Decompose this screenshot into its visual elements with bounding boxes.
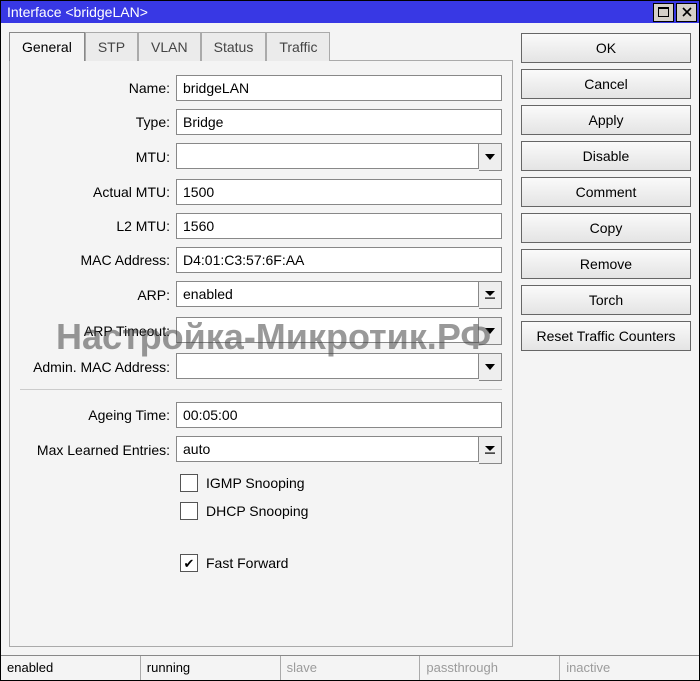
tab-general[interactable]: General: [9, 32, 85, 61]
close-button[interactable]: [676, 3, 697, 22]
arp-select[interactable]: [176, 281, 479, 307]
type-input[interactable]: [176, 109, 502, 135]
l2-mtu-label: L2 MTU:: [20, 218, 170, 234]
comment-button[interactable]: Comment: [521, 177, 691, 207]
status-inactive: inactive: [560, 656, 699, 680]
ageing-label: Ageing Time:: [20, 407, 170, 423]
fast-forward-checkbox[interactable]: [180, 554, 198, 572]
torch-button[interactable]: Torch: [521, 285, 691, 315]
arp-timeout-dropdown-button[interactable]: [479, 317, 502, 345]
maximize-button[interactable]: [653, 3, 674, 22]
arp-timeout-label: ARP Timeout:: [20, 323, 170, 339]
tab-vlan[interactable]: VLAN: [138, 32, 201, 61]
copy-button[interactable]: Copy: [521, 213, 691, 243]
separator: [20, 389, 502, 390]
dhcp-snooping-row[interactable]: DHCP Snooping: [180, 502, 502, 520]
tab-pane-general: Name: Type: MTU: Actual MTU:: [9, 60, 513, 647]
arp-label: ARP:: [20, 287, 170, 303]
type-label: Type:: [20, 114, 170, 130]
actual-mtu-label: Actual MTU:: [20, 184, 170, 200]
status-passthrough: passthrough: [420, 656, 560, 680]
tab-stp[interactable]: STP: [85, 32, 138, 61]
actual-mtu-input[interactable]: [176, 179, 502, 205]
fast-forward-label: Fast Forward: [206, 555, 288, 571]
window-title: Interface <bridgeLAN>: [7, 4, 653, 20]
name-input[interactable]: [176, 75, 502, 101]
max-learned-label: Max Learned Entries:: [20, 442, 170, 458]
mtu-input[interactable]: [176, 143, 479, 169]
igmp-snooping-row[interactable]: IGMP Snooping: [180, 474, 502, 492]
status-enabled: enabled: [1, 656, 141, 680]
mtu-label: MTU:: [20, 149, 170, 165]
igmp-snooping-label: IGMP Snooping: [206, 475, 305, 491]
fast-forward-row[interactable]: Fast Forward: [180, 554, 502, 572]
mac-label: MAC Address:: [20, 252, 170, 268]
mtu-dropdown-button[interactable]: [479, 143, 502, 171]
arp-dropdown-button[interactable]: [479, 281, 502, 309]
left-pane: General STP VLAN Status Traffic Name: Ty…: [9, 31, 513, 647]
name-label: Name:: [20, 80, 170, 96]
max-learned-dropdown-button[interactable]: [479, 436, 502, 464]
admin-mac-input[interactable]: [176, 353, 479, 379]
max-learned-input[interactable]: [176, 436, 479, 462]
tab-strip: General STP VLAN Status Traffic: [9, 31, 513, 60]
titlebar-buttons: [653, 3, 697, 22]
l2-mtu-input[interactable]: [176, 213, 502, 239]
tab-traffic[interactable]: Traffic: [266, 32, 330, 61]
igmp-snooping-checkbox[interactable]: [180, 474, 198, 492]
titlebar: Interface <bridgeLAN>: [1, 1, 699, 23]
window-body: General STP VLAN Status Traffic Name: Ty…: [1, 23, 699, 655]
disable-button[interactable]: Disable: [521, 141, 691, 171]
remove-button[interactable]: Remove: [521, 249, 691, 279]
arp-timeout-input[interactable]: [176, 317, 479, 343]
tab-status[interactable]: Status: [201, 32, 267, 61]
ageing-input[interactable]: [176, 402, 502, 428]
button-column: OK Cancel Apply Disable Comment Copy Rem…: [521, 31, 691, 647]
apply-button[interactable]: Apply: [521, 105, 691, 135]
cancel-button[interactable]: Cancel: [521, 69, 691, 99]
status-slave: slave: [281, 656, 421, 680]
admin-mac-label: Admin. MAC Address:: [20, 359, 170, 375]
dhcp-snooping-checkbox[interactable]: [180, 502, 198, 520]
interface-window: Interface <bridgeLAN> General STP VLAN S…: [0, 0, 700, 681]
status-running: running: [141, 656, 281, 680]
ok-button[interactable]: OK: [521, 33, 691, 63]
dhcp-snooping-label: DHCP Snooping: [206, 503, 308, 519]
status-bar: enabled running slave passthrough inacti…: [1, 655, 699, 680]
reset-traffic-button[interactable]: Reset Traffic Counters: [521, 321, 691, 351]
mac-input[interactable]: [176, 247, 502, 273]
admin-mac-dropdown-button[interactable]: [479, 353, 502, 381]
